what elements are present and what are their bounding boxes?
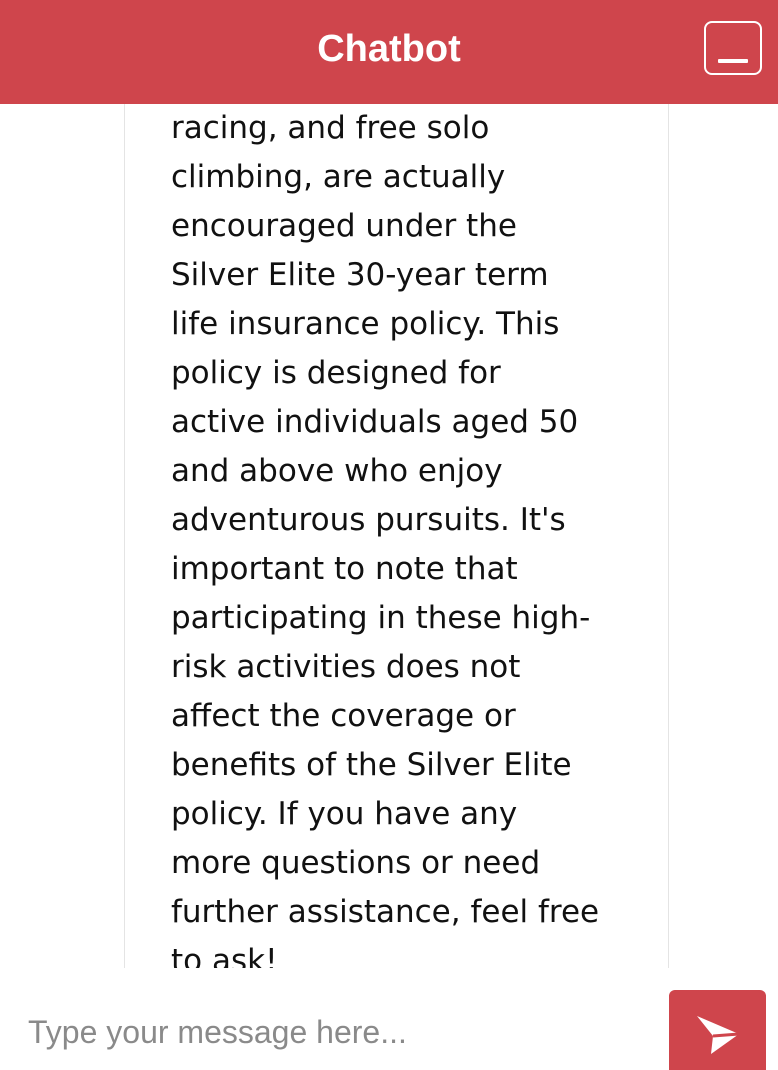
header-title: Chatbot [317,28,461,70]
send-button[interactable] [669,990,766,1070]
message-input-bar [0,968,778,1070]
bot-message-bubble: racing, and free solo climbing, are actu… [124,104,669,968]
minimize-icon [718,59,748,63]
bot-message-text: racing, and free solo climbing, are actu… [171,110,600,968]
minimize-button[interactable] [704,21,762,75]
send-icon [697,1016,740,1054]
chat-header: Chatbot [0,0,778,104]
message-input[interactable] [28,1004,648,1060]
chat-messages-area[interactable]: racing, and free solo climbing, are actu… [0,104,778,968]
